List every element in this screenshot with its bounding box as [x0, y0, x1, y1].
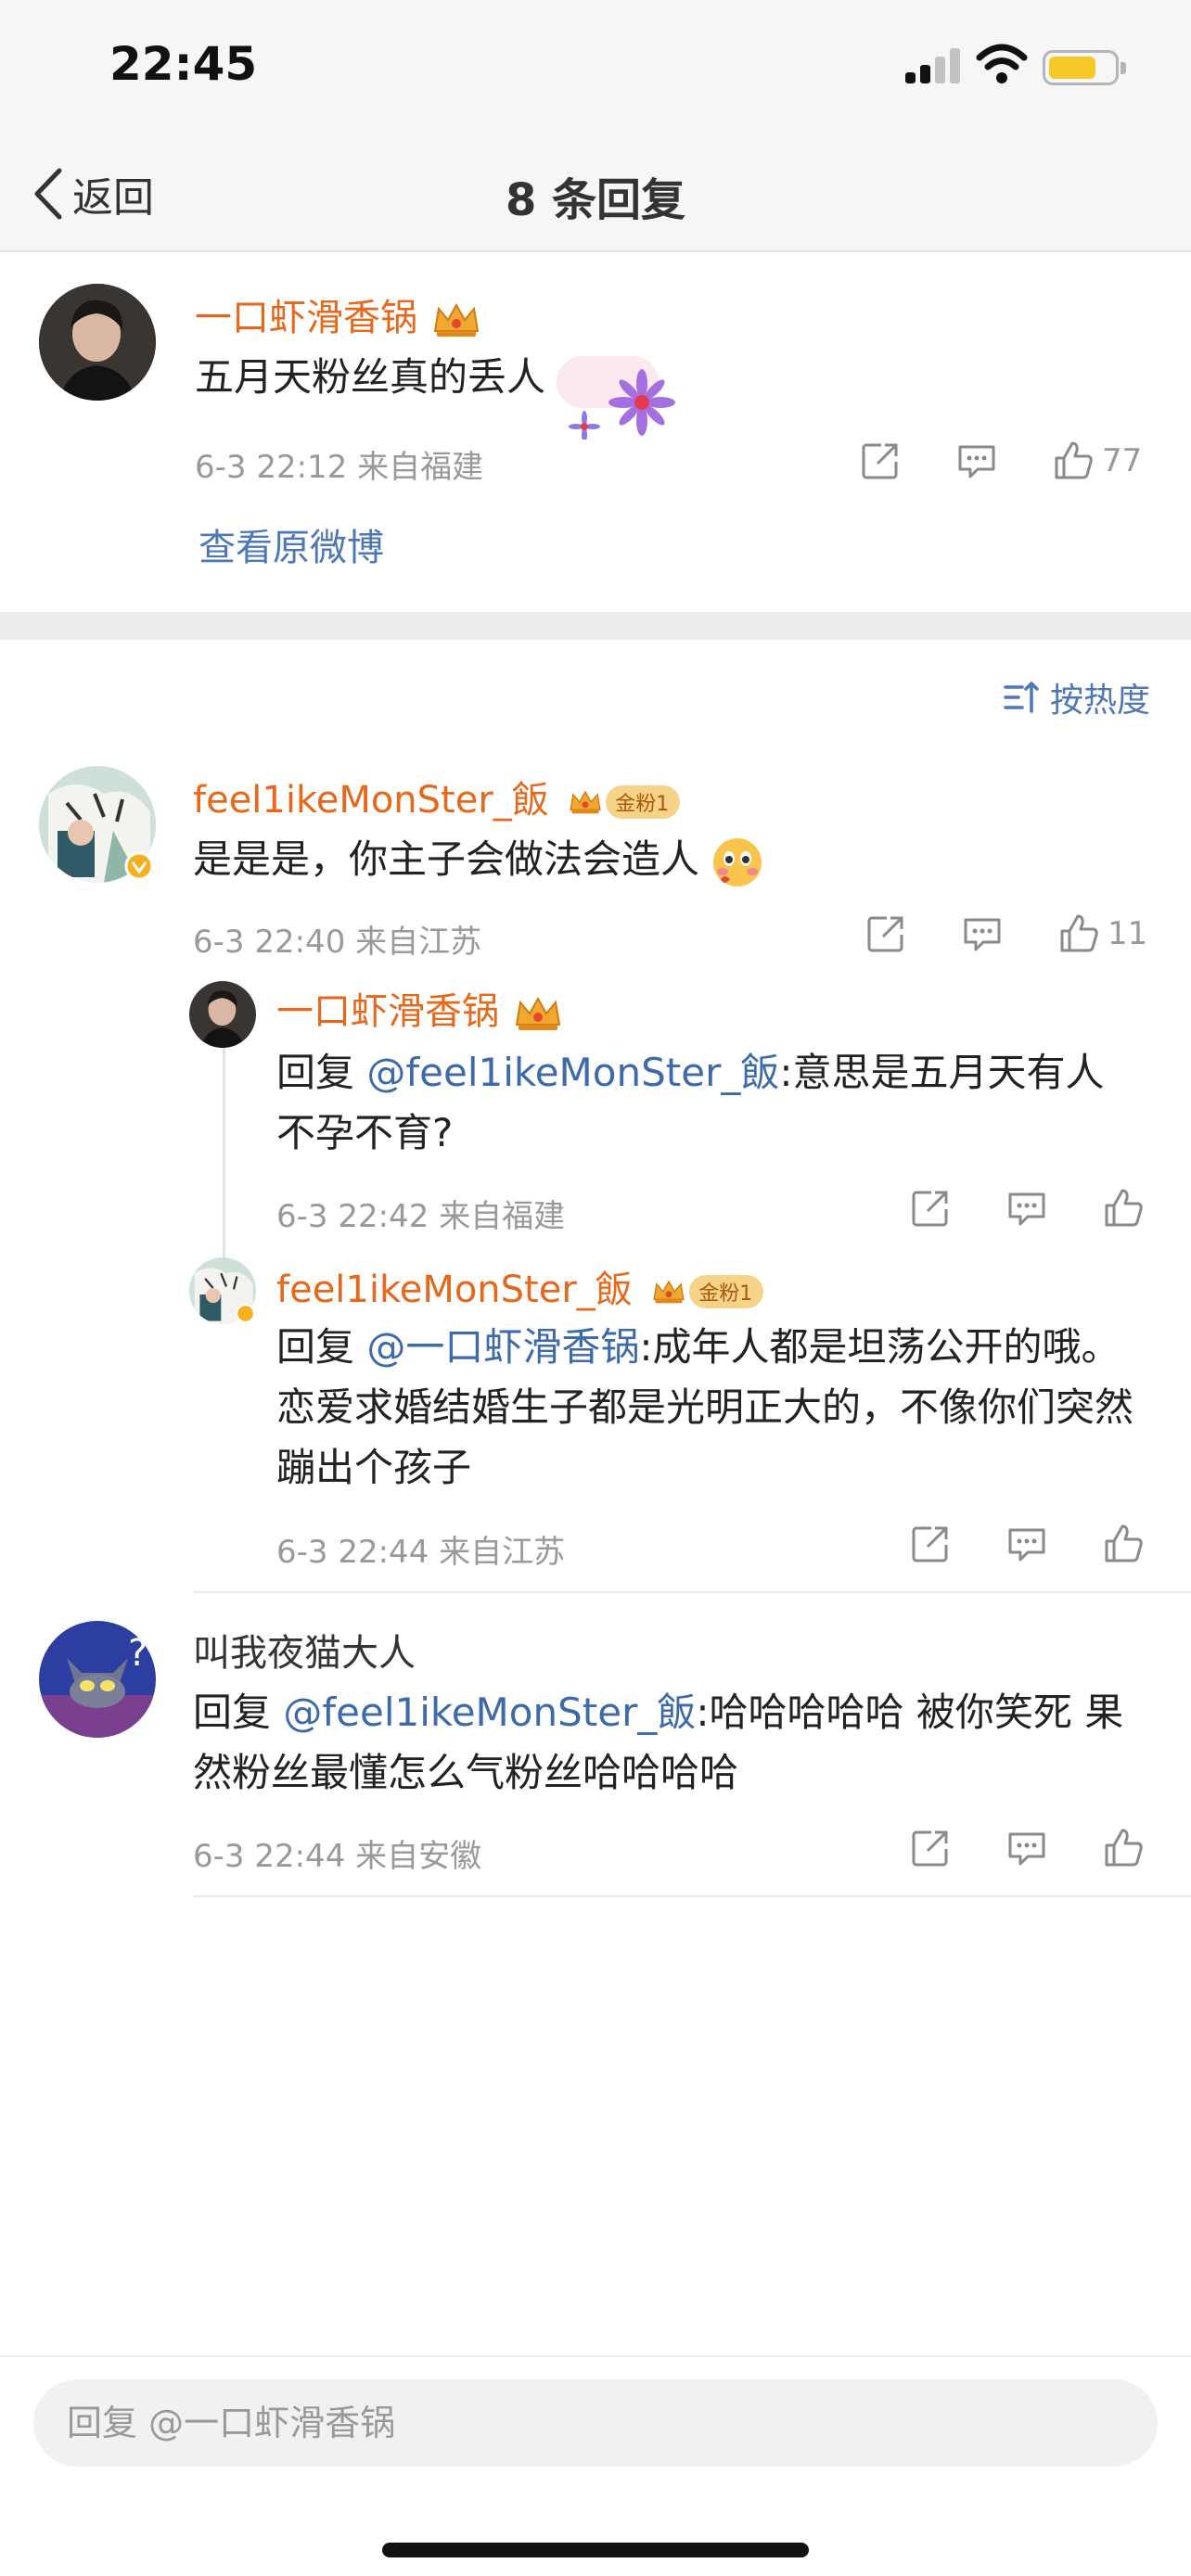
share-icon	[912, 1830, 948, 1867]
avatar[interactable]	[39, 766, 156, 883]
action-bar: 77	[859, 440, 1142, 482]
timestamp-location: 6-3 22:42 来自福建	[276, 1198, 566, 1235]
reply-text: 回复 @feel1ikeMonSter_飯:哈哈哈哈哈 被你笑死 果然粉丝最懂怎…	[193, 1690, 1124, 1795]
like-count: 77	[1102, 442, 1143, 479]
divider	[193, 1895, 1191, 1897]
share-icon	[912, 1191, 948, 1227]
shy-emoji-icon	[713, 837, 762, 886]
share-icon	[867, 916, 903, 952]
divider	[193, 1591, 1191, 1593]
timestamp-location: 6-3 22:40 来自江苏	[193, 924, 482, 961]
share-button[interactable]	[864, 912, 907, 955]
tiger-avatar-icon	[39, 766, 156, 883]
like-button[interactable]	[1102, 1827, 1145, 1869]
thumbs-up-icon	[1060, 914, 1098, 952]
comment-icon	[964, 918, 1001, 951]
author-name[interactable]: feel1ikeMonSter_飯 金粉1	[193, 770, 681, 823]
status-clock: 22:45	[109, 37, 258, 91]
section-divider	[0, 612, 1191, 640]
svg-text:?: ?	[128, 1632, 147, 1675]
timestamp-location: 6-3 22:12 来自福建	[195, 449, 484, 486]
timestamp-location: 6-3 22:44 来自江苏	[276, 1534, 566, 1571]
comment-text: 五月天粉丝真的丢人	[195, 354, 546, 400]
thumbs-up-icon	[1105, 1189, 1143, 1227]
crown-icon	[433, 302, 479, 337]
comment-button[interactable]	[1005, 1827, 1048, 1869]
crown-icon	[569, 790, 601, 814]
comment-icon	[1008, 1832, 1045, 1866]
action-bar	[909, 1523, 1145, 1565]
avatar[interactable]	[189, 981, 256, 1048]
author-name[interactable]: 一口虾滑香锅	[276, 981, 565, 1035]
crown-icon	[515, 996, 560, 1030]
comment-icon	[1008, 1528, 1045, 1562]
mention-link[interactable]: @feel1ikeMonSter_飯	[283, 1690, 696, 1735]
comment-text: 是是是，你主子会做法会造人	[193, 829, 763, 889]
wifi-icon	[976, 44, 1028, 83]
comment-button[interactable]	[955, 440, 998, 482]
reply-text: 回复 @一口虾滑香锅:成年人都是坦荡公开的哦。恋爱求婚结婚生子都是光明正大的，不…	[276, 1324, 1134, 1490]
flower-sticker-icon	[557, 356, 675, 440]
comment-button[interactable]	[1005, 1523, 1048, 1565]
share-button[interactable]	[909, 1523, 952, 1565]
comment-button[interactable]	[961, 912, 1004, 955]
timestamp-location: 6-3 22:44 来自安徽	[193, 1838, 482, 1875]
like-button[interactable]: 77	[1052, 440, 1142, 482]
author-name[interactable]: 一口虾滑香锅	[195, 287, 483, 341]
mention-link[interactable]: @feel1ikeMonSter_飯	[366, 1050, 779, 1095]
cartoon-cat-avatar-icon: ?	[39, 1621, 156, 1738]
action-bar	[909, 1827, 1145, 1869]
action-bar	[909, 1187, 1145, 1230]
battery-icon	[1043, 50, 1126, 85]
sort-by-hot-button[interactable]: 按热度	[1002, 673, 1150, 721]
avatar[interactable]	[189, 1257, 256, 1324]
mention-link[interactable]: @一口虾滑香锅	[366, 1324, 639, 1370]
root-comment: 一口虾滑香锅 五月天粉丝真的丢人 6-3 22:12 来自福建 77 查看原微博	[0, 254, 1191, 612]
share-button[interactable]	[909, 1827, 952, 1869]
thumbs-up-icon	[1055, 441, 1093, 479]
crown-icon	[652, 1280, 685, 1304]
sort-icon	[1004, 682, 1039, 713]
share-icon	[912, 1526, 948, 1562]
share-icon	[862, 443, 898, 479]
person-avatar-icon	[189, 981, 256, 1048]
author-name[interactable]: feel1ikeMonSter_飯 金粉1	[276, 1259, 764, 1313]
tiger-avatar-icon	[189, 1257, 256, 1324]
top-bar: 22:45 返回 8 条回复	[0, 0, 1191, 252]
home-indicator	[382, 2543, 809, 2557]
like-button[interactable]: 11	[1057, 912, 1147, 955]
reply-input[interactable]	[33, 2379, 1158, 2467]
comment-icon	[958, 445, 995, 478]
person-avatar-icon	[39, 284, 156, 401]
share-button[interactable]	[909, 1187, 952, 1230]
thumbs-up-icon	[1105, 1829, 1143, 1867]
signal-icon	[905, 48, 963, 83]
fan-badge: 金粉1	[606, 785, 681, 819]
sort-label: 按热度	[1049, 682, 1150, 720]
page-title: 8 条回复	[505, 174, 686, 226]
like-button[interactable]	[1102, 1523, 1145, 1565]
comment-button[interactable]	[1005, 1187, 1048, 1230]
thumbs-up-icon	[1105, 1524, 1143, 1562]
action-bar: 11	[864, 912, 1147, 955]
author-name[interactable]: 叫我夜猫大人	[193, 1623, 416, 1677]
avatar[interactable]	[39, 284, 156, 401]
view-original-link[interactable]: 查看原微博	[198, 517, 384, 571]
comment-icon	[1008, 1192, 1045, 1226]
thread-line	[223, 1044, 225, 1272]
reply-text: 回复 @feel1ikeMonSter_飯:意思是五月天有人不孕不育?	[276, 1050, 1105, 1155]
share-button[interactable]	[859, 440, 902, 482]
like-button[interactable]	[1102, 1187, 1145, 1230]
avatar[interactable]: ?	[39, 1621, 156, 1738]
bottom-reply-bar	[0, 2355, 1191, 2576]
like-count: 11	[1108, 915, 1148, 952]
fan-badge: 金粉1	[689, 1275, 764, 1308]
